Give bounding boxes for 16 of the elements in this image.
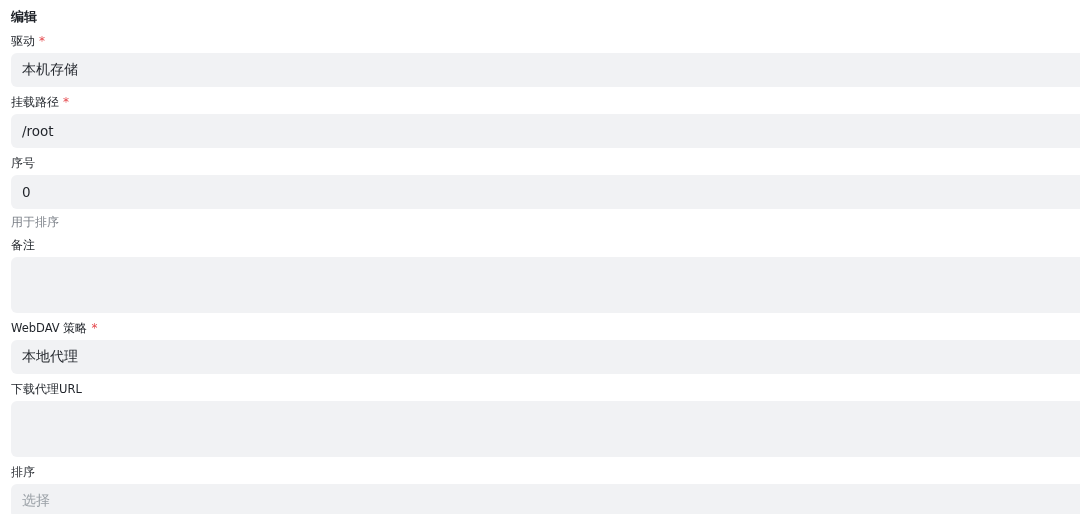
form-title: 编辑 xyxy=(11,8,38,26)
required-mark: * xyxy=(39,33,45,49)
field-label: 挂载路径 xyxy=(11,94,59,110)
input-field[interactable]: 0 xyxy=(11,175,1080,209)
field-label: WebDAV 策略 xyxy=(11,320,88,336)
field-label: 下载代理URL xyxy=(11,381,82,397)
input-field[interactable]: /root xyxy=(11,114,1080,148)
field-label: 排序 xyxy=(11,464,35,480)
select-field[interactable]: 本地代理 xyxy=(11,340,1080,374)
field-label: 备注 xyxy=(11,237,35,253)
field-label: 序号 xyxy=(11,155,35,171)
field-hint: 用于排序 xyxy=(11,214,60,230)
field-label: 驱动 xyxy=(11,33,35,49)
select-field[interactable]: 本机存储 xyxy=(11,53,1080,87)
required-mark: * xyxy=(63,94,69,110)
required-mark: * xyxy=(91,320,98,336)
